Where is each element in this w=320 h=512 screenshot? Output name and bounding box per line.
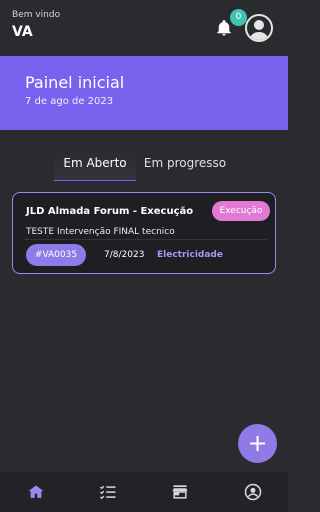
job-card[interactable]: JLD Almada Forum - Execução Execução TES… <box>12 192 276 274</box>
job-date: 7/8/2023 <box>104 250 145 260</box>
bottom-navigation <box>0 472 288 512</box>
job-code-badge: #VA0035 <box>26 244 86 266</box>
top-header: Bem vindo VA 0 <box>0 0 288 56</box>
current-date: 7 de ago de 2023 <box>25 96 114 107</box>
home-icon[interactable] <box>26 482 46 502</box>
tab-em-aberto[interactable]: Em Aberto <box>54 150 136 181</box>
job-title: JLD Almada Forum - Execução <box>26 206 194 217</box>
welcome-text: Bem vindo <box>12 10 61 20</box>
job-description: TESTE Intervenção FINAL tecnico <box>26 227 175 237</box>
job-type: Electricidade <box>157 250 223 260</box>
avatar[interactable] <box>245 14 273 42</box>
tab-em-progresso[interactable]: Em progresso <box>142 150 228 180</box>
card-divider <box>23 239 267 240</box>
user-name: VA <box>12 24 33 40</box>
add-button[interactable]: + <box>238 424 277 463</box>
store-icon[interactable] <box>170 482 190 502</box>
checklist-icon[interactable] <box>98 482 118 502</box>
user-icon <box>249 20 269 40</box>
dashboard-banner: Painel inicial 7 de ago de 2023 <box>0 56 288 130</box>
profile-icon[interactable] <box>243 482 263 502</box>
page-title: Painel inicial <box>25 73 125 92</box>
status-badge: Execução <box>212 201 270 221</box>
notification-count-badge: 0 <box>230 9 247 26</box>
status-tabs: Em Aberto Em progresso <box>54 150 234 181</box>
